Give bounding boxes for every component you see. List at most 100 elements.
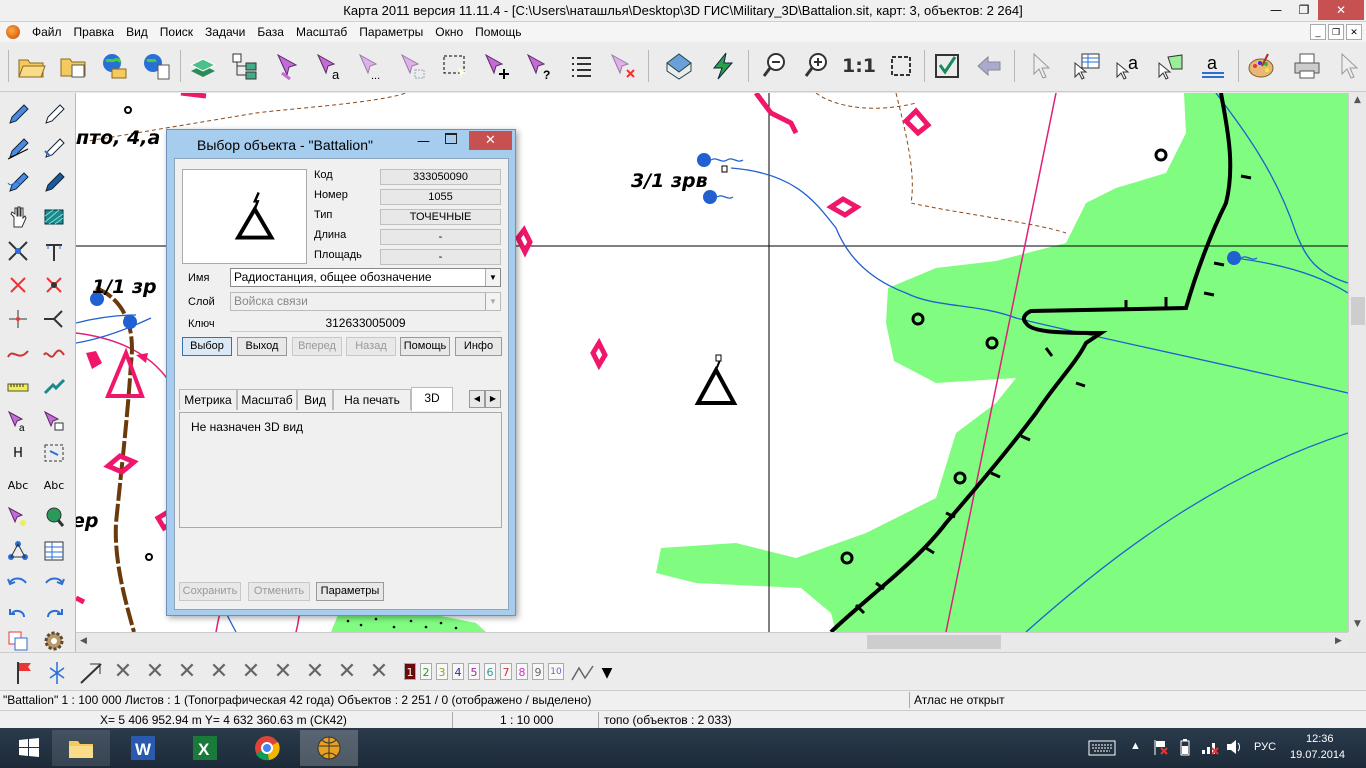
text-abc-alt-button[interactable]: Abc <box>40 471 68 499</box>
select-object-icon[interactable] <box>270 48 304 84</box>
select-area-dim-icon[interactable] <box>396 48 430 84</box>
flag-notify-icon[interactable] <box>1152 738 1168 759</box>
map-number-7[interactable]: 7 <box>500 663 512 680</box>
flag-icon[interactable] <box>8 655 42 691</box>
tab-3d[interactable]: 3D <box>411 387 453 411</box>
line-draw-icon[interactable] <box>74 655 108 691</box>
wave-line-icon[interactable] <box>40 339 68 367</box>
gear-icon[interactable] <box>40 627 68 655</box>
branch-line-icon[interactable] <box>40 305 68 333</box>
tab-view[interactable]: Вид <box>297 389 333 410</box>
globe-folder-icon[interactable] <box>98 48 132 84</box>
menu-view[interactable]: Вид <box>120 25 154 39</box>
query-object-icon[interactable]: ? <box>522 48 556 84</box>
network-icon[interactable] <box>4 537 32 565</box>
table-icon[interactable] <box>40 537 68 565</box>
zoom-in-icon[interactable] <box>800 48 834 84</box>
pencil-outline-icon[interactable] <box>40 101 68 129</box>
menu-window[interactable]: Окно <box>429 25 469 39</box>
help-button[interactable]: Помощь <box>400 337 450 356</box>
map-number-8[interactable]: 8 <box>516 663 528 680</box>
menu-search[interactable]: Поиск <box>154 25 199 39</box>
map-number-10[interactable]: 10 <box>548 663 564 680</box>
map-number-9[interactable]: 9 <box>532 663 544 680</box>
open-folder-icon[interactable] <box>14 48 48 84</box>
pencil-icon[interactable] <box>4 101 32 129</box>
curve-line-icon[interactable] <box>4 339 32 367</box>
scroll-left-icon[interactable]: ◀ <box>80 636 87 646</box>
menu-database[interactable]: База <box>251 25 290 39</box>
checkmark-icon[interactable] <box>930 48 964 84</box>
select-button[interactable]: Выбор <box>182 337 232 356</box>
info-button[interactable]: Инфо <box>455 337 502 356</box>
vertical-scroll-thumb[interactable] <box>1351 297 1365 325</box>
map-number-1[interactable]: 1 <box>404 663 416 680</box>
scale-1-1-button[interactable]: 1:1 <box>842 48 876 84</box>
language-indicator[interactable]: РУС <box>1254 741 1276 753</box>
exit-button[interactable]: Выход <box>237 337 287 356</box>
scroll-down-icon[interactable]: ▼ <box>1354 619 1361 629</box>
back-button[interactable]: Назад <box>346 337 396 356</box>
menu-parameters[interactable]: Параметры <box>353 25 429 39</box>
clock-time[interactable]: 12:36 <box>1306 733 1334 745</box>
tab-scroll-left-icon[interactable]: ◀ <box>469 390 485 408</box>
compass-icon[interactable] <box>40 655 74 691</box>
text-edit-icon[interactable]: a <box>1196 48 1230 84</box>
network-signal-icon[interactable] <box>1200 738 1220 759</box>
height-label[interactable]: H <box>4 439 32 467</box>
text-select-icon[interactable]: a <box>1112 48 1146 84</box>
tab-scale[interactable]: Масштаб <box>237 389 297 410</box>
delete-x-icon[interactable] <box>4 271 32 299</box>
pencil-line-icon[interactable] <box>4 135 32 163</box>
map-tree-icon[interactable] <box>228 48 262 84</box>
dropdown-arrow-icon[interactable]: ▼ <box>590 655 624 691</box>
search-globe-icon[interactable] <box>40 503 68 531</box>
keyboard-icon[interactable] <box>1088 740 1116 759</box>
save-button[interactable]: Сохранить <box>179 582 241 601</box>
split-line-icon[interactable] <box>40 237 68 265</box>
maximize-button[interactable]: ❐ <box>1290 0 1318 20</box>
polygon-select-icon[interactable] <box>1154 48 1188 84</box>
map-number-5[interactable]: 5 <box>468 663 480 680</box>
measure-icon[interactable] <box>40 373 68 401</box>
excel-icon[interactable]: X <box>176 730 234 766</box>
chrome-icon[interactable] <box>238 730 296 766</box>
tab-scroll-right-icon[interactable]: ▶ <box>485 390 501 408</box>
mdi-minimize-icon[interactable]: _ <box>1310 24 1326 40</box>
pointer-icon[interactable] <box>1024 48 1058 84</box>
pencil-edit-icon[interactable] <box>40 135 68 163</box>
explorer-folder-icon[interactable] <box>52 730 110 766</box>
palette-icon[interactable] <box>1244 48 1278 84</box>
layers-icon[interactable] <box>186 48 220 84</box>
cancel-button[interactable]: Отменить <box>248 582 310 601</box>
hatch-area-icon[interactable] <box>40 203 68 231</box>
horizontal-scrollbar[interactable]: ◀ ▶ <box>76 632 1348 650</box>
select-text-small-icon[interactable]: a <box>4 407 32 435</box>
frame-select-icon[interactable] <box>40 439 68 467</box>
battery-icon[interactable] <box>1180 738 1190 759</box>
menu-scale[interactable]: Масштаб <box>290 25 353 39</box>
map-number-3[interactable]: 3 <box>436 663 448 680</box>
scroll-right-icon[interactable]: ▶ <box>1335 636 1342 646</box>
add-object-icon[interactable] <box>480 48 514 84</box>
dialog-maximize-icon[interactable] <box>445 133 457 144</box>
back-arrow-icon[interactable] <box>972 48 1006 84</box>
pencil-fill-icon[interactable] <box>40 169 68 197</box>
add-point-icon[interactable] <box>4 305 32 333</box>
text-abc-button[interactable]: Abc <box>4 471 32 499</box>
forward-button[interactable]: Вперед <box>292 337 342 356</box>
start-windows-icon[interactable] <box>0 730 58 766</box>
vertical-scrollbar[interactable]: ▲ ▼ <box>1348 93 1366 632</box>
delete-point-icon[interactable] <box>40 271 68 299</box>
rotate-icon[interactable] <box>40 569 68 597</box>
mdi-restore-icon[interactable]: ❐ <box>1328 24 1344 40</box>
globe-document-icon[interactable] <box>140 48 174 84</box>
pencil-curve-icon[interactable] <box>4 169 32 197</box>
map-number-2[interactable]: 2 <box>420 663 432 680</box>
scroll-up-icon[interactable]: ▲ <box>1354 95 1361 105</box>
ruler-icon[interactable] <box>4 373 32 401</box>
menu-tasks[interactable]: Задачи <box>199 25 251 39</box>
minimize-button[interactable]: — <box>1262 0 1290 20</box>
mdi-close-icon[interactable]: ✕ <box>1346 24 1362 40</box>
delete-object-icon[interactable] <box>606 48 640 84</box>
